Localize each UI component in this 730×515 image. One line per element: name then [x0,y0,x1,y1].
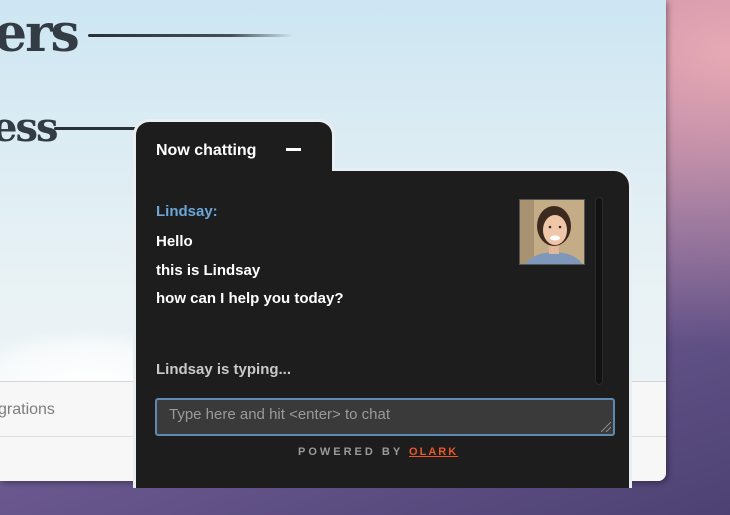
subheading-rule [54,127,144,130]
chat-scrollbar[interactable] [595,197,603,385]
chat-title[interactable]: Now chatting [156,142,256,160]
footer-nav-link-integrations[interactable]: grations [0,401,55,419]
avatar [519,199,585,265]
typing-indicator: Lindsay is typing... [156,361,292,378]
olark-brand-link[interactable]: OLARK [409,446,458,458]
minimize-icon[interactable] [286,148,301,151]
avatar-portrait-icon [520,200,584,264]
powered-by-footer: POWERED BY OLARK [298,446,458,458]
chat-message: how can I help you today? [156,290,344,307]
page-heading-secondary: ess [0,104,58,151]
agent-name: Lindsay: [156,203,218,220]
chat-window-join [136,160,332,180]
chat-message: Hello [156,233,193,250]
heading-rule [88,34,293,37]
chat-message-input[interactable] [155,398,615,436]
chat-message: this is Lindsay [156,262,261,279]
powered-by-label: POWERED BY [298,446,403,458]
page-heading-primary: ers [0,3,80,64]
resize-grip-icon[interactable] [601,422,611,432]
